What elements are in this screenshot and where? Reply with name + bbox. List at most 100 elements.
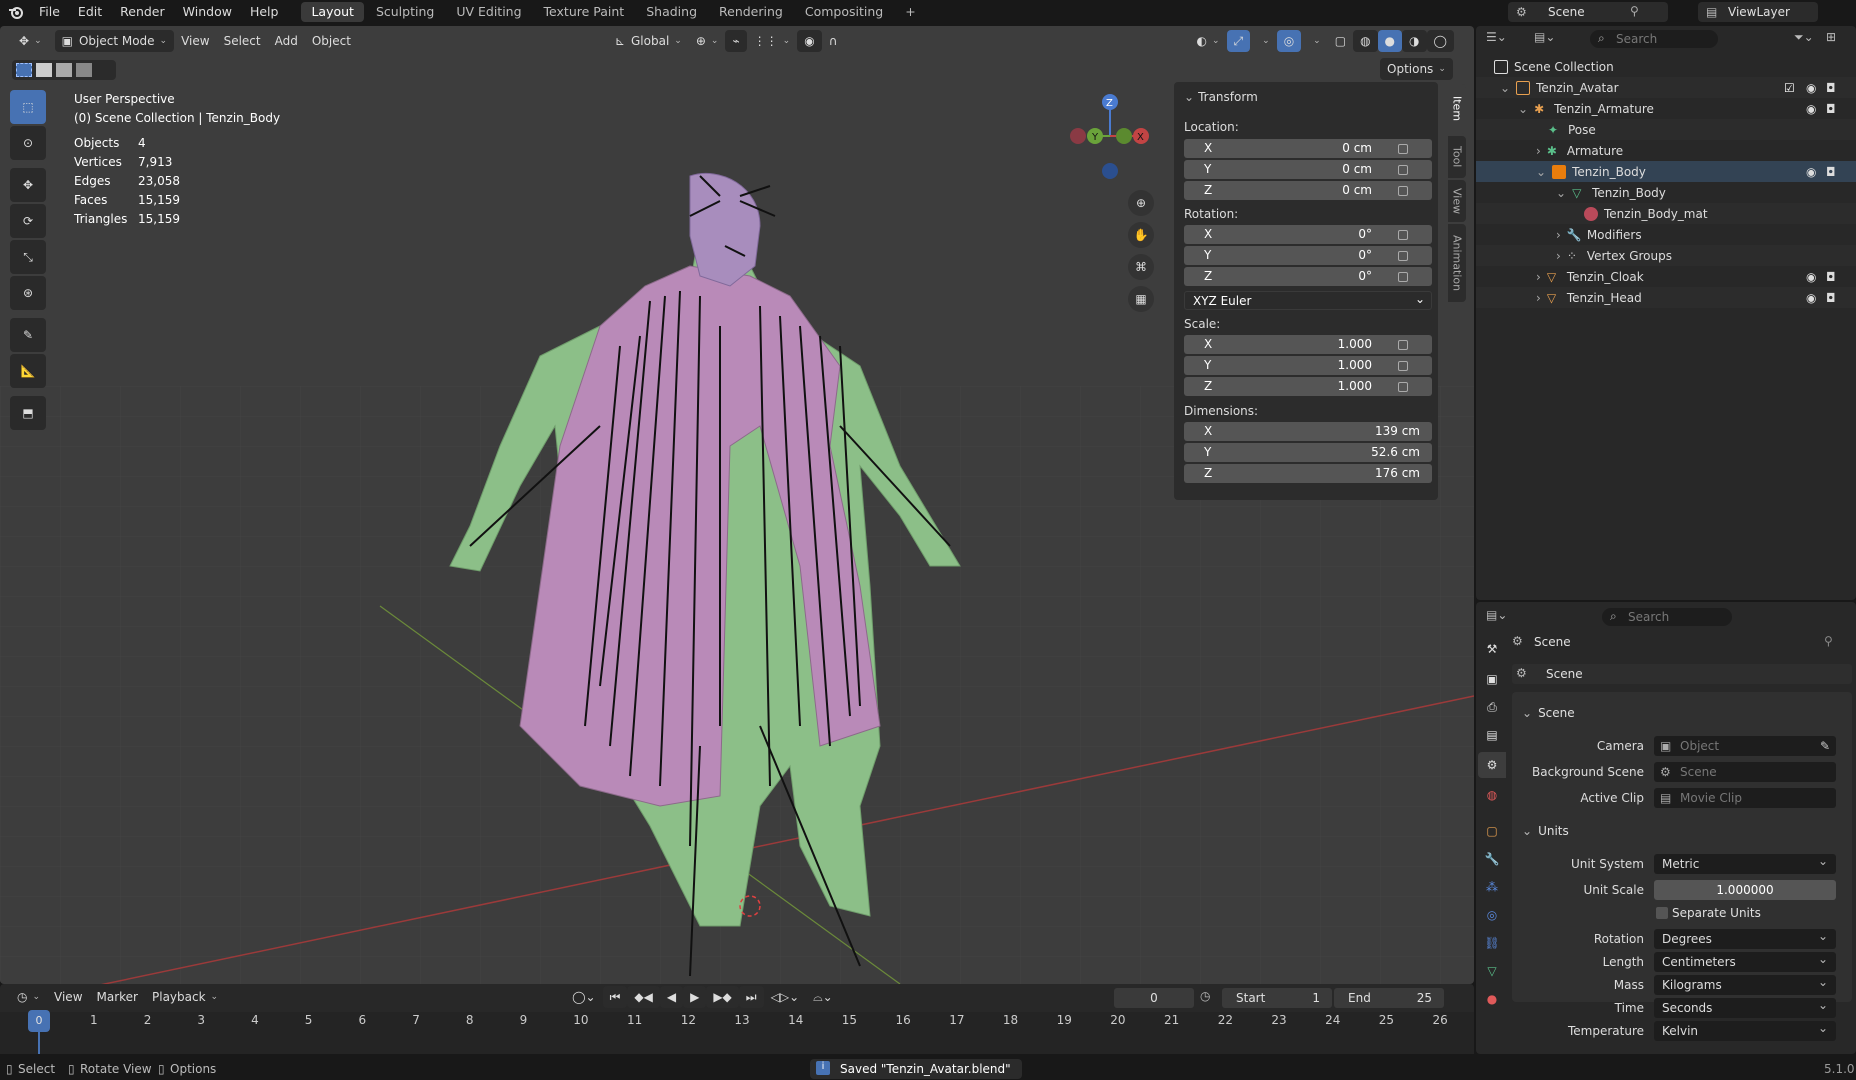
- gizmo-dropdown-icon[interactable]: ⌄: [1250, 30, 1277, 52]
- menu-edit[interactable]: Edit: [69, 0, 111, 24]
- view-layer-selector[interactable]: ▤ ViewLayer: [1698, 2, 1818, 22]
- time-units-dropdown[interactable]: Seconds: [1654, 995, 1836, 1018]
- properties-editor-icon[interactable]: ▤⌄: [1486, 608, 1507, 622]
- workspace-tab-shading[interactable]: Shading: [636, 2, 707, 22]
- eye-icon[interactable]: ◉: [1806, 165, 1816, 179]
- rotation-z-field[interactable]: Z 0°: [1184, 267, 1432, 286]
- menu-file[interactable]: File: [30, 0, 69, 24]
- editor-type-icon[interactable]: ✥ ⌄: [12, 30, 49, 52]
- select-invert-icon[interactable]: [76, 63, 92, 77]
- shading-material-icon[interactable]: ◑: [1402, 30, 1427, 52]
- unit-system-dropdown[interactable]: Metric: [1654, 851, 1836, 874]
- rotation-y-field[interactable]: Y 0°: [1184, 246, 1432, 265]
- scene-selector[interactable]: ⚙ Scene ⚲: [1508, 2, 1668, 22]
- background-scene-field[interactable]: ⚙ Scene: [1654, 762, 1836, 782]
- move-tool-icon[interactable]: ✥: [10, 168, 46, 202]
- lock-location-x-icon[interactable]: [1398, 144, 1408, 154]
- transform-tool-icon[interactable]: ⊛: [10, 276, 46, 310]
- keying-set-icon[interactable]: ◁▷⌄: [764, 986, 807, 1008]
- dimensions-z-field[interactable]: Z 176 cm: [1184, 464, 1432, 483]
- gizmo-toggle-icon[interactable]: ⤢: [1226, 30, 1251, 52]
- scale-y-field[interactable]: Y 1.000: [1184, 356, 1432, 375]
- menu-add[interactable]: Add: [268, 30, 305, 52]
- xray-icon[interactable]: ▢: [1328, 30, 1353, 52]
- rotation-mode-dropdown[interactable]: XYZ Euler ⌄: [1184, 291, 1432, 310]
- outliner-row-tenzin-body-mesh[interactable]: ⌄ ▽ Tenzin_Body: [1476, 182, 1856, 203]
- location-y-field[interactable]: Y0 cm: [1184, 160, 1432, 179]
- timeline-menu-marker[interactable]: Marker: [90, 986, 145, 1008]
- outliner-row-tenzin-head[interactable]: › ▽ Tenzin_Head ◉ ◘: [1476, 287, 1856, 308]
- location-x-field[interactable]: X0 cm: [1184, 139, 1432, 158]
- shading-rendered-icon[interactable]: ◯: [1426, 30, 1454, 52]
- sidebar-tab-view[interactable]: View: [1448, 180, 1466, 222]
- sidebar-tab-tool[interactable]: Tool: [1448, 136, 1466, 178]
- workspace-tab-layout[interactable]: Layout: [301, 2, 364, 22]
- timeline-editor-icon[interactable]: ◷ ⌄: [10, 986, 47, 1008]
- outliner-row-pose[interactable]: ✦ Pose: [1476, 119, 1856, 140]
- options-dropdown[interactable]: Options ⌄: [1380, 58, 1453, 80]
- add-cube-tool-icon[interactable]: ⬒: [10, 396, 46, 430]
- workspace-tab-texture-paint[interactable]: Texture Paint: [534, 2, 635, 22]
- workspace-tab-rendering[interactable]: Rendering: [709, 2, 793, 22]
- outliner-row-armature[interactable]: › ✱ Armature: [1476, 140, 1856, 161]
- shading-wireframe-icon[interactable]: ◍: [1353, 30, 1378, 52]
- pin-icon[interactable]: ⚲: [1630, 4, 1639, 18]
- menu-view[interactable]: View: [174, 30, 216, 52]
- workspace-tab-compositing[interactable]: Compositing: [795, 2, 893, 22]
- status-message[interactable]: i Saved "Tenzin_Avatar.blend": [810, 1059, 1022, 1079]
- overlays-icon[interactable]: ◎: [1276, 30, 1302, 52]
- menu-object[interactable]: Object: [305, 30, 358, 52]
- active-clip-field[interactable]: ▤ Movie Clip: [1654, 788, 1836, 808]
- select-mode-buttons[interactable]: [12, 60, 116, 80]
- select-extend-icon[interactable]: [36, 63, 52, 77]
- sidebar-tab-animation[interactable]: Animation: [1448, 224, 1466, 302]
- scale-x-field[interactable]: X 1.000: [1184, 335, 1432, 354]
- camera-icon[interactable]: ◘: [1826, 81, 1836, 95]
- camera-icon[interactable]: ◘: [1826, 165, 1836, 179]
- menu-window[interactable]: Window: [174, 0, 241, 24]
- rotation-x-field[interactable]: X 0°: [1184, 225, 1432, 244]
- camera-field[interactable]: ▣ Object ✎: [1654, 736, 1836, 756]
- orientation-dropdown[interactable]: ⊾ Global ⌄: [608, 30, 689, 52]
- shading-solid-icon[interactable]: ●: [1377, 30, 1403, 52]
- annotate-tool-icon[interactable]: ✎: [10, 318, 46, 352]
- workspace-tab-uv-editing[interactable]: UV Editing: [446, 2, 531, 22]
- mass-units-dropdown[interactable]: Kilograms: [1654, 972, 1836, 995]
- menu-help[interactable]: Help: [241, 0, 288, 24]
- camera-icon[interactable]: ◘: [1826, 270, 1836, 284]
- rotate-tool-icon[interactable]: ⟳: [10, 204, 46, 238]
- checkbox-icon[interactable]: ☑: [1784, 81, 1795, 95]
- jump-end-icon[interactable]: ⏭: [738, 986, 764, 1008]
- lock-location-y-icon[interactable]: [1398, 165, 1408, 175]
- mode-dropdown[interactable]: ▣ Object Mode ⌄: [54, 30, 175, 52]
- location-z-field[interactable]: Z0 cm: [1184, 181, 1432, 200]
- auto-keying-icon[interactable]: ◯⌄: [565, 986, 602, 1008]
- object-tab-icon[interactable]: ▢: [1478, 818, 1506, 844]
- display-mode-icon[interactable]: ▤⌄: [1534, 30, 1555, 44]
- outliner-row-tenzin-body[interactable]: ⌄ Tenzin_Body ◉ ◘: [1476, 161, 1856, 182]
- scene-datablock-selector[interactable]: ⚙ Scene: [1512, 664, 1852, 684]
- length-units-dropdown[interactable]: Centimeters: [1654, 949, 1836, 972]
- falloff-icon[interactable]: ∩: [822, 30, 845, 52]
- scene-section-header[interactable]: ⌄ Scene: [1522, 706, 1575, 720]
- lock-scale-x-icon[interactable]: [1398, 340, 1408, 350]
- start-frame-field[interactable]: Start 1: [1222, 988, 1332, 1008]
- lock-rotation-x-icon[interactable]: [1398, 230, 1408, 240]
- outliner-row-modifiers[interactable]: › 🔧 Modifiers: [1476, 224, 1856, 245]
- outliner-search-input[interactable]: ⌕ Search: [1590, 30, 1718, 48]
- tool-tab-icon[interactable]: ⚒: [1478, 636, 1506, 662]
- menu-render[interactable]: Render: [111, 0, 174, 24]
- measure-tool-icon[interactable]: 📐: [10, 354, 46, 388]
- rotation-units-dropdown[interactable]: Degrees: [1654, 926, 1836, 949]
- play-reverse-icon[interactable]: ◀: [659, 986, 684, 1008]
- eye-icon[interactable]: ◉: [1806, 102, 1816, 116]
- outliner-row-tenzin-cloak[interactable]: › ▽ Tenzin_Cloak ◉ ◘: [1476, 266, 1856, 287]
- end-frame-field[interactable]: End 25: [1334, 988, 1444, 1008]
- lock-scale-z-icon[interactable]: [1398, 382, 1408, 392]
- outliner-row-tenzin-avatar[interactable]: ⌄ Tenzin_Avatar ☑ ◉ ◘: [1476, 77, 1856, 98]
- render-tab-icon[interactable]: ▣: [1478, 666, 1506, 692]
- camera-icon[interactable]: ◘: [1826, 102, 1836, 116]
- select-new-icon[interactable]: [16, 63, 32, 77]
- current-frame-field[interactable]: 0: [1114, 988, 1194, 1008]
- pivot-icon[interactable]: ⊕ ⌄: [689, 30, 726, 52]
